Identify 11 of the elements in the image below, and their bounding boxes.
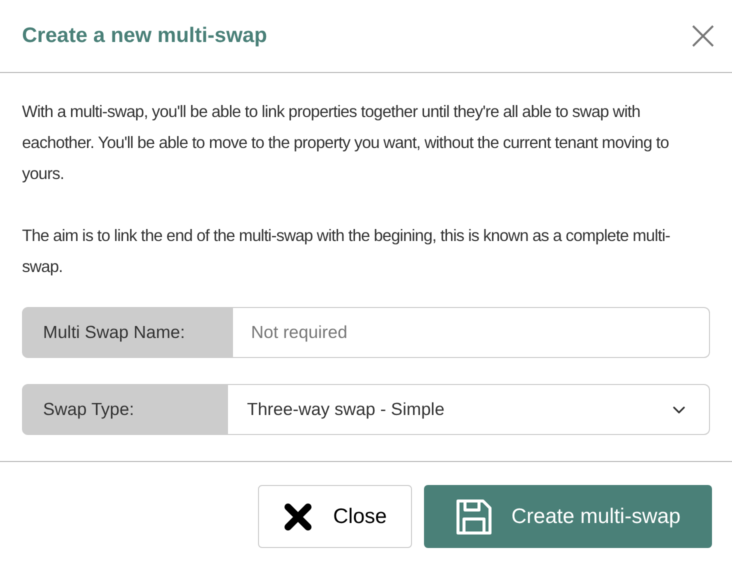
field-label: Swap Type: — [22, 384, 228, 435]
dialog-title: Create a new multi-swap — [22, 23, 268, 50]
close-icon — [283, 502, 314, 532]
create-button[interactable]: Create multi-swap — [424, 485, 712, 548]
description-text: With a multi-swap, you'll be able to link properties together until they're all able to swap with eachother. You'll be able to move to the property you want, without the current tenant moving to yours. — [22, 102, 670, 185]
name-field[interactable]: Not required — [233, 307, 710, 358]
field-label: Multi Swap Name: — [22, 307, 233, 358]
close-button[interactable]: Close — [258, 485, 412, 548]
description-text: The aim is to link the end of the multi-swap with the begining, this is known as a complete multi-swap. — [22, 226, 671, 278]
swap-type-select[interactable]: Three-way swap - Simple — [228, 384, 710, 435]
close-icon[interactable] — [692, 25, 714, 47]
